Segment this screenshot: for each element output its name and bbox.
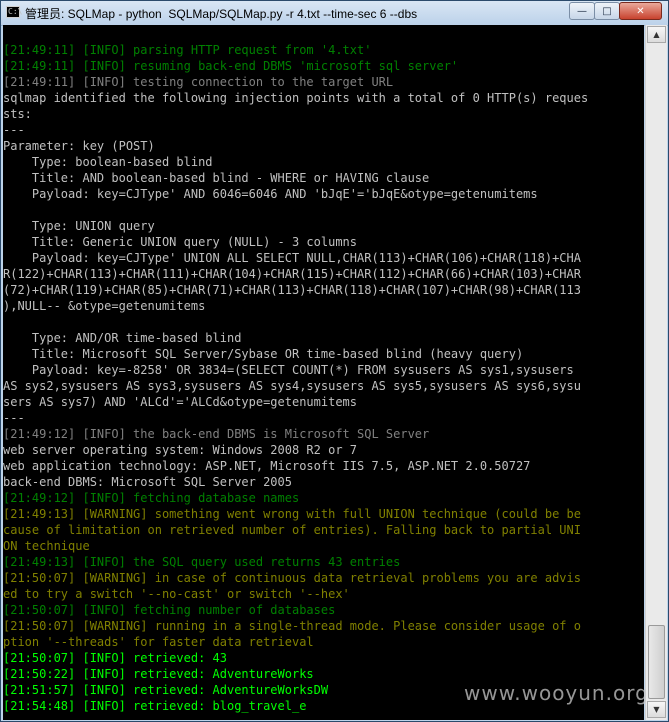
vertical-scrollbar[interactable]: ▲ ▼ [645, 25, 667, 720]
console-line: cause of limitation on retrieved number … [3, 523, 581, 537]
console-line: [21:50:07] [INFO] retrieved: 43 [3, 651, 227, 665]
console-line: R(122)+CHAR(113)+CHAR(111)+CHAR(104)+CHA… [3, 267, 581, 281]
console-line: [21:49:11] [INFO] parsing HTTP request f… [3, 43, 372, 57]
console-line: back-end DBMS: Microsoft SQL Server 2005 [3, 475, 292, 489]
watermark-text: www.wooyun.org [464, 681, 649, 705]
console-line: sts: [3, 107, 32, 121]
console-window: C:\ 管理员: SQLMap - python SQLMap/SQLMap.p… [0, 0, 669, 722]
window-controls: — □ ✕ [569, 2, 662, 20]
console-output[interactable]: [21:49:11] [INFO] parsing HTTP request f… [3, 25, 644, 720]
console-line: Payload: key=CJType' AND 6046=6046 AND '… [3, 187, 538, 201]
console-line: [21:49:13] [WARNING] something went wron… [3, 507, 581, 521]
console-line: sqlmap identified the following injectio… [3, 91, 589, 105]
console-line: [21:50:07] [WARNING] running in a single… [3, 619, 581, 633]
scroll-down-button[interactable]: ▼ [647, 701, 666, 718]
console-line: [21:50:22] [INFO] retrieved: AdventureWo… [3, 667, 314, 681]
console-line: Payload: key=-8258' OR 3834=(SELECT COUN… [3, 363, 574, 377]
close-button[interactable]: ✕ [619, 2, 662, 20]
console-line: Type: boolean-based blind [3, 155, 213, 169]
scroll-up-button[interactable]: ▲ [647, 26, 666, 43]
console-line: [21:49:11] [INFO] testing connection to … [3, 75, 394, 89]
minimize-button[interactable]: — [569, 2, 595, 20]
title-bar[interactable]: C:\ 管理员: SQLMap - python SQLMap/SQLMap.p… [1, 1, 668, 26]
console-line: [21:49:11] [INFO] resuming back-end DBMS… [3, 59, 459, 73]
console-lines: [21:49:11] [INFO] parsing HTTP request f… [3, 42, 588, 714]
console-line: [21:50:07] [WARNING] in case of continuo… [3, 571, 581, 585]
console-line: ption '--threads' for faster data retrie… [3, 635, 314, 649]
console-line: [21:50:07] [INFO] fetching number of dat… [3, 603, 336, 617]
console-line: ON technique [3, 539, 90, 553]
console-line: Type: UNION query [3, 219, 155, 233]
window-title: 管理员: SQLMap - python SQLMap/SQLMap.py -r… [25, 7, 418, 21]
console-line: web server operating system: Windows 200… [3, 443, 358, 457]
console-line: [21:49:12] [INFO] fetching database name… [3, 491, 300, 505]
console-line: AS sys2,sysusers AS sys3,sysusers AS sys… [3, 379, 581, 393]
console-line: [21:49:13] [INFO] the SQL query used ret… [3, 555, 401, 569]
console-line: ed to try a switch '--no-cast' or switch… [3, 587, 350, 601]
cmd-app-icon[interactable]: C:\ [6, 6, 23, 18]
console-line: Type: AND/OR time-based blind [3, 331, 242, 345]
console-line: --- [3, 123, 25, 137]
cmd-icon-label: C:\ [8, 7, 23, 16]
console-line: Payload: key=CJType' UNION ALL SELECT NU… [3, 251, 581, 265]
console-line: Parameter: key (POST) [3, 139, 155, 153]
console-line: (72)+CHAR(119)+CHAR(85)+CHAR(71)+CHAR(11… [3, 283, 581, 297]
maximize-button[interactable]: □ [594, 2, 620, 20]
console-line: --- [3, 411, 25, 425]
console-line: [21:49:12] [INFO] the back-end DBMS is M… [3, 427, 430, 441]
console-line: Title: Microsoft SQL Server/Sybase OR ti… [3, 347, 524, 361]
scrollbar-thumb[interactable] [648, 625, 665, 699]
console-line: web application technology: ASP.NET, Mic… [3, 459, 531, 473]
console-line: Title: Generic UNION query (NULL) - 3 co… [3, 235, 358, 249]
console-line: Title: AND boolean-based blind - WHERE o… [3, 171, 430, 185]
console-line: sers AS sys7) AND 'ALCd'='ALCd&otype=get… [3, 395, 358, 409]
console-line: ),NULL-- &otype=getenumitems [3, 299, 206, 313]
